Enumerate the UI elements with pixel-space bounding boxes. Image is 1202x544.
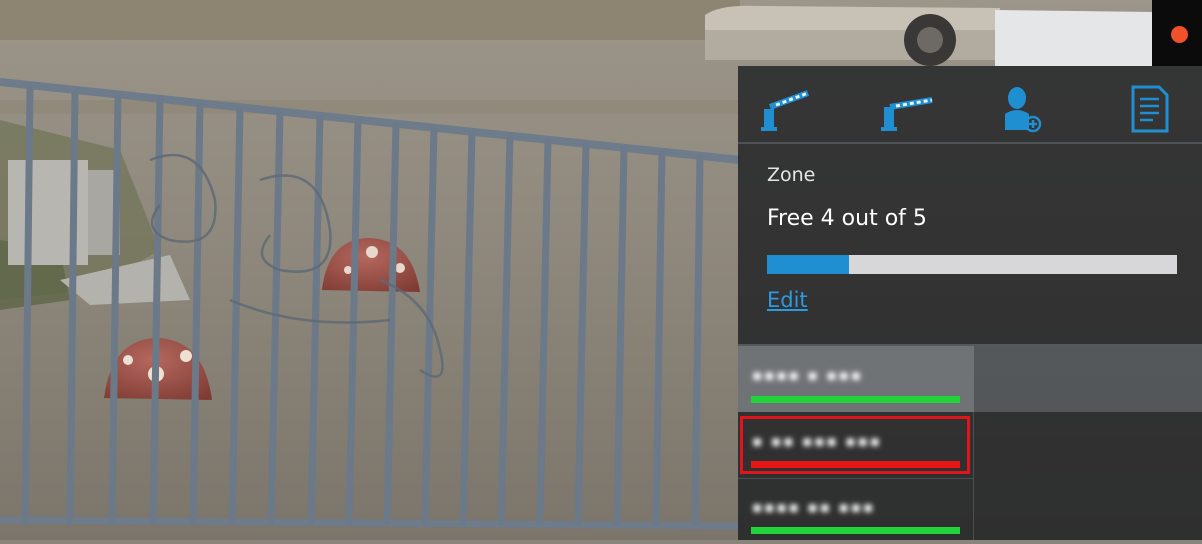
toolbar-divider (738, 142, 1202, 144)
barrier-open-icon (761, 90, 810, 131)
recording-indicator (1171, 26, 1188, 43)
plate-number: ▪▪▪▪ ▪▪ ▪▪▪ (752, 498, 876, 516)
status-bar (751, 461, 960, 468)
vehicle-row[interactable]: ▪▪▪▪ ▪ ▪▪▪ (738, 346, 974, 412)
zone-label: Zone (767, 164, 816, 186)
occupancy-bar (767, 255, 1177, 274)
status-bar (751, 527, 960, 534)
document-icon (1131, 85, 1169, 133)
add-person-icon (1005, 87, 1042, 133)
status-bar (751, 396, 960, 403)
edit-zone-link[interactable]: Edit (767, 288, 808, 312)
report-button[interactable] (1119, 84, 1179, 134)
add-person-button[interactable] (991, 84, 1051, 134)
column-divider (973, 412, 974, 540)
zone-availability: Free 4 out of 5 (767, 206, 927, 231)
occupancy-fill (767, 255, 849, 274)
open-barrier-button[interactable] (756, 84, 816, 134)
vehicle-row[interactable]: ▪ ▪▪ ▪▪▪ ▪▪▪ (738, 412, 974, 478)
plate-number: ▪▪▪▪ ▪ ▪▪▪ (752, 366, 863, 384)
close-barrier-button[interactable] (874, 84, 934, 134)
barrier-closed-icon (881, 97, 933, 131)
parking-zone-panel: Zone Free 4 out of 5 Edit ▪▪▪▪ ▪ ▪▪▪ ▪ ▪… (738, 66, 1202, 540)
plate-number: ▪ ▪▪ ▪▪▪ ▪▪▪ (752, 432, 882, 450)
vehicle-row[interactable]: ▪▪▪▪ ▪▪ ▪▪▪ (738, 478, 974, 544)
row-detail-cell (974, 346, 1202, 412)
